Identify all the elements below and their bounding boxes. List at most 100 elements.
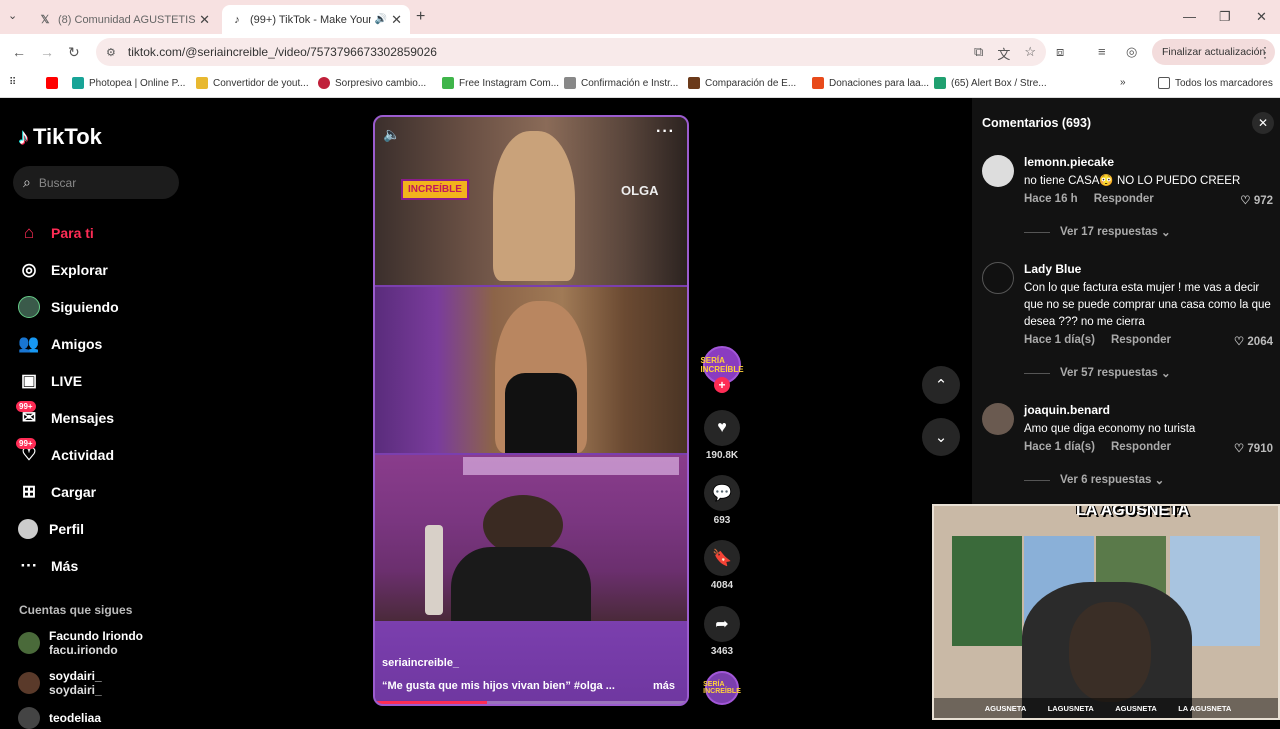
bookmark-star-icon[interactable]: ☆: [1024, 44, 1036, 63]
avatar[interactable]: [982, 403, 1014, 435]
sidebar-nav: ⌂ Para ti ◎ Explorar Siguiendo 👥 Amigos …: [16, 214, 119, 584]
nav-label: Cargar: [51, 483, 97, 500]
bookmark-item[interactable]: Convertidor de yout...: [196, 77, 309, 89]
caption-more-link[interactable]: más: [653, 680, 675, 692]
tab-tiktok[interactable]: ♪ (99+) TikTok - Make Your Day 🔊 ✕: [222, 5, 410, 34]
comment-user[interactable]: lemonn.piecake: [1024, 155, 1114, 169]
view-replies-label: Ver 17 respuestas: [1060, 226, 1158, 238]
bookmark-item[interactable]: Sorpresivo cambio...: [318, 77, 426, 89]
nav-mas[interactable]: ··· Más: [18, 547, 119, 584]
bookmark-item[interactable]: Comparación de E...: [688, 77, 796, 89]
comment-button[interactable]: 💬 693: [702, 475, 742, 526]
apps-icon[interactable]: ⠿: [9, 77, 16, 88]
bookmark-label: (65) Alert Box / Stre...: [951, 77, 1047, 89]
nav-siguiendo[interactable]: Siguiendo: [18, 288, 119, 325]
comment-text: Con lo que factura esta mujer ! me vas a…: [1024, 282, 1271, 328]
cast-icon[interactable]: ⧉: [974, 44, 983, 63]
browser-menu-icon[interactable]: ⋮: [1258, 44, 1272, 61]
nav-cargar[interactable]: ⊞ Cargar: [18, 473, 119, 510]
following-account[interactable]: soydairi_ soydairi_: [18, 669, 102, 697]
video-progress-bar[interactable]: [375, 701, 687, 704]
volume-icon[interactable]: 🔈: [383, 126, 400, 143]
bookmark-item[interactable]: (65) Alert Box / Stre...: [934, 77, 1047, 89]
comment-like-button[interactable]: ♡ 972: [1240, 193, 1273, 207]
all-bookmarks-button[interactable]: Todos los marcadores: [1158, 77, 1273, 89]
comment-like-button[interactable]: ♡ 7910: [1234, 441, 1273, 455]
nav-perfil[interactable]: Perfil: [18, 510, 119, 547]
video-player[interactable]: INCREÍBLE OLGA 🔈 ··· seriaincreible_ “Me…: [373, 115, 689, 706]
tiktok-logo[interactable]: ♪ TikTok: [18, 124, 102, 150]
like-button[interactable]: ♥ 190.8K: [702, 410, 742, 461]
folder-icon: [196, 77, 208, 89]
address-bar-row: ← → ↻ ⚙ tiktok.com/@seriaincreible_/vide…: [0, 34, 1280, 70]
comment-user[interactable]: joaquin.benard: [1024, 403, 1110, 417]
next-video-button[interactable]: ⌄: [922, 418, 960, 456]
minimize-icon[interactable]: —: [1183, 9, 1196, 24]
more-bookmarks-icon[interactable]: »: [1120, 77, 1126, 88]
bookmark-youtube[interactable]: [46, 77, 63, 89]
view-replies-button[interactable]: Ver 57 respuestas ⌄: [1024, 366, 1171, 380]
site-icon: [812, 77, 824, 89]
nav-explorar[interactable]: ◎ Explorar: [18, 251, 119, 288]
view-replies-button[interactable]: Ver 17 respuestas ⌄: [1024, 225, 1171, 239]
speaker-icon[interactable]: 🔊: [375, 14, 387, 25]
url-field[interactable]: ⚙ tiktok.com/@seriaincreible_/video/7573…: [96, 38, 1046, 66]
media-icon[interactable]: ≡: [1098, 44, 1106, 59]
nav-live[interactable]: ▣ LIVE: [18, 362, 119, 399]
extensions-icon[interactable]: ⧈: [1056, 44, 1064, 60]
bookmark-item[interactable]: Donaciones para laa...: [812, 77, 929, 89]
account-icon[interactable]: ◎: [1126, 44, 1137, 60]
forward-icon[interactable]: →: [40, 44, 54, 60]
translate-icon[interactable]: 文: [997, 44, 1010, 63]
tab-search-icon[interactable]: ⌄: [8, 9, 17, 22]
save-button[interactable]: 🔖 4084: [702, 540, 742, 591]
kick-handle: AGUSNETA: [1115, 703, 1157, 713]
account-name: Facundo Iriondo: [49, 629, 143, 643]
restore-icon[interactable]: ❐: [1219, 9, 1231, 25]
reply-button[interactable]: Responder: [1094, 193, 1154, 205]
tab-comunidad[interactable]: 𝕏 (8) Comunidad AGUSTETISMO ✕: [30, 5, 218, 34]
compass-icon: ◎: [21, 259, 37, 279]
reply-button[interactable]: Responder: [1111, 441, 1171, 453]
news-icon: [318, 77, 330, 89]
new-tab-button[interactable]: +: [416, 8, 425, 26]
nav-actividad[interactable]: ♡ 99+ Actividad: [16, 436, 119, 473]
nav-mensajes[interactable]: ✉ 99+ Mensajes: [16, 399, 119, 436]
divider: [1024, 479, 1050, 481]
follow-plus-icon[interactable]: +: [714, 377, 730, 393]
bookmark-label: Photopea | Online P...: [89, 77, 186, 89]
view-replies-button[interactable]: Ver 6 respuestas ⌄: [1024, 473, 1164, 487]
bookmark-item[interactable]: Free Instagram Com...: [442, 77, 559, 89]
video-menu-icon[interactable]: ···: [656, 123, 675, 141]
bookmark-item[interactable]: Confirmación e Instr...: [564, 77, 678, 89]
search-input[interactable]: ⌕ Buscar: [13, 166, 179, 199]
nav-label: Amigos: [51, 335, 103, 352]
video-username[interactable]: seriaincreible_: [382, 657, 459, 669]
nav-amigos[interactable]: 👥 Amigos: [18, 325, 119, 362]
following-account[interactable]: teodeliaa: [18, 707, 101, 729]
update-button[interactable]: Finalizar actualización: [1152, 39, 1276, 65]
avatar[interactable]: [982, 155, 1014, 187]
music-disc[interactable]: SERÍA INCREÍBLE: [703, 671, 741, 705]
bookmark-item[interactable]: Photopea | Online P...: [72, 77, 185, 89]
chevron-down-icon: ⌄: [1161, 227, 1171, 239]
nav-para-ti[interactable]: ⌂ Para ti: [18, 214, 119, 251]
close-tab-icon[interactable]: ✕: [391, 12, 402, 28]
reply-button[interactable]: Responder: [1111, 334, 1171, 346]
avatar: [18, 707, 40, 729]
previous-video-button[interactable]: ⌃: [922, 366, 960, 404]
site-info-icon[interactable]: ⚙: [106, 46, 116, 59]
close-window-icon[interactable]: ✕: [1256, 9, 1267, 25]
avatar[interactable]: [982, 262, 1014, 294]
following-account[interactable]: Facundo Iriondo facu.iriondo: [18, 629, 143, 657]
folder-icon: [1158, 77, 1170, 89]
comment-like-button[interactable]: ♡ 2064: [1234, 334, 1273, 348]
messages-icon: ✉ 99+: [16, 400, 40, 429]
reload-icon[interactable]: ↻: [68, 44, 80, 61]
youtube-handle: LA AGUSNETA: [1178, 703, 1232, 713]
share-button[interactable]: ➦ 3463: [702, 606, 742, 657]
comment-user[interactable]: Lady Blue: [1024, 262, 1081, 276]
close-tab-icon[interactable]: ✕: [199, 12, 210, 28]
close-comments-button[interactable]: ✕: [1252, 112, 1274, 134]
back-icon[interactable]: ←: [12, 44, 26, 60]
